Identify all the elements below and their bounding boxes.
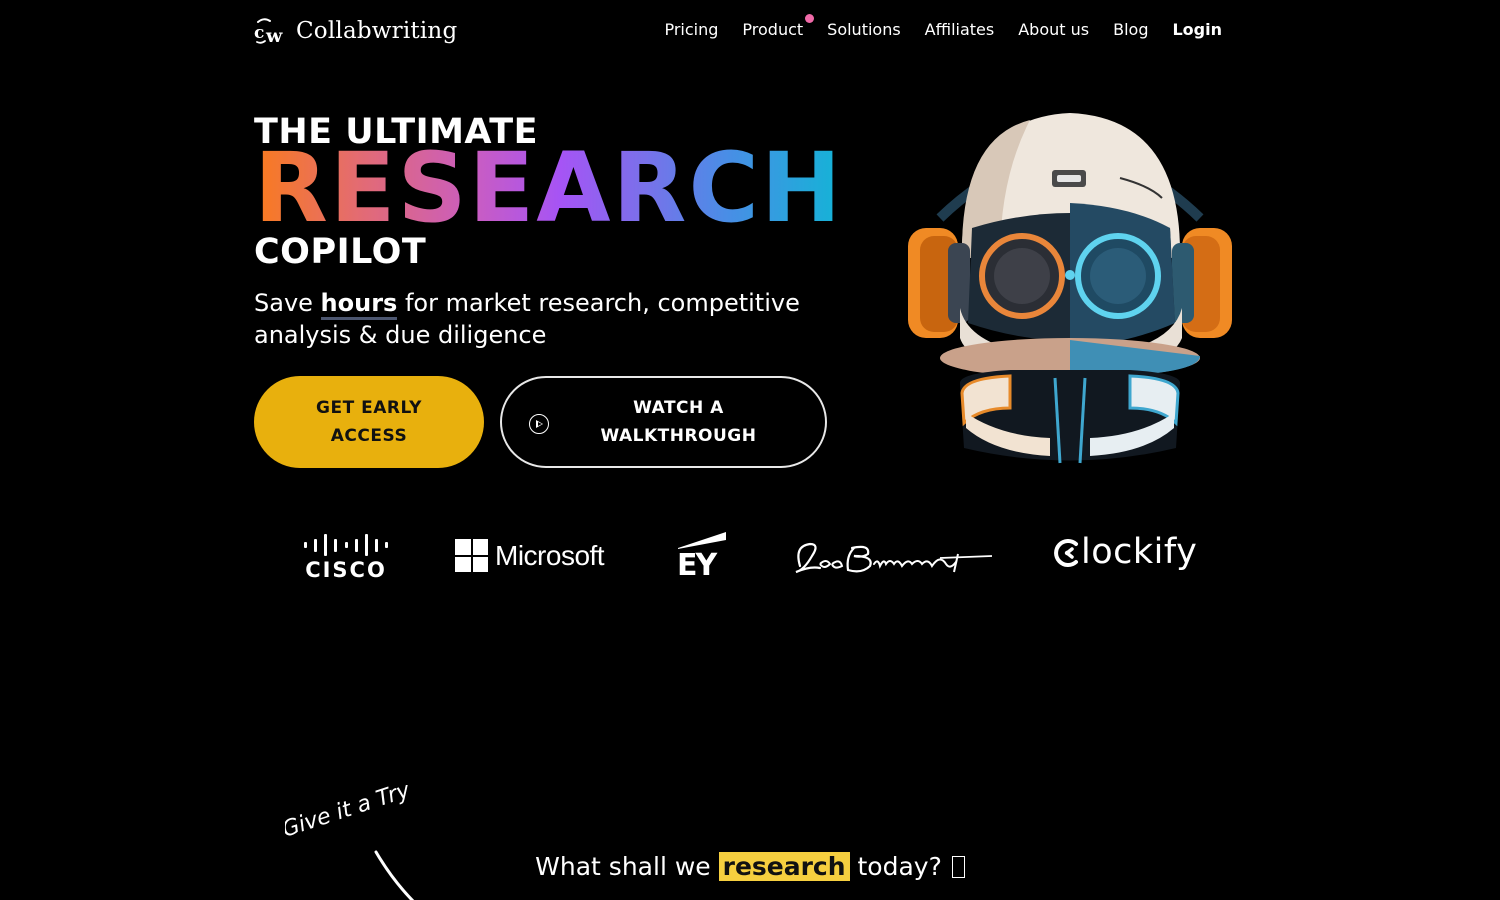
collabwriting-logo-icon: c w [254, 16, 288, 47]
watch-walkthrough-button[interactable]: WATCH A WALKTHROUGH [500, 376, 827, 468]
leo-burnett-logo [790, 536, 995, 580]
give-it-a-try-note: Give it a Try [279, 778, 445, 900]
hero-headline: RESEARCH [254, 132, 844, 244]
nav-link-solutions[interactable]: Solutions [827, 20, 901, 39]
prompt-text: What shall we [535, 852, 719, 881]
landing-page: c w Collabwriting Pricing Product Soluti… [0, 0, 1500, 900]
subtitle-text: Save [254, 289, 321, 317]
prompt-highlight: research [718, 852, 850, 881]
cisco-logo: CISCO [304, 534, 388, 582]
clockify-logo: lockify [1054, 532, 1197, 572]
watch-walkthrough-label: WATCH A WALKTHROUGH [600, 398, 757, 446]
brand-name: Collabwriting [296, 18, 458, 44]
hero-subtitle: Save hours for market research, competit… [254, 287, 844, 351]
play-circle-icon [529, 414, 549, 434]
nav-link-product-label: Product [742, 20, 804, 39]
notification-dot [805, 14, 815, 23]
handwritten-note-text: Give it a Try [285, 785, 414, 843]
research-prompt: What shall we research today? [0, 852, 1500, 881]
nav-link-product[interactable]: Product [742, 14, 815, 39]
cisco-wordmark: CISCO [305, 558, 387, 582]
brand-logo[interactable]: c w Collabwriting [254, 16, 458, 47]
prompt-text-rest: today? [849, 852, 942, 881]
nav-link-affiliates[interactable]: Affiliates [925, 20, 995, 39]
svg-text:w: w [265, 25, 283, 46]
ey-logo: EY [676, 530, 728, 583]
microsoft-grid-icon [455, 539, 488, 572]
login-link[interactable]: Login [1172, 20, 1222, 39]
subtitle-highlight: hours [320, 289, 398, 320]
nav-links: Pricing Product Solutions Affiliates Abo… [664, 14, 1222, 39]
nav-link-about-us[interactable]: About us [1018, 20, 1089, 39]
robot-astronaut-illustration [900, 108, 1240, 468]
clockify-wordmark: lockify [1081, 532, 1198, 572]
ey-wordmark: EY [677, 548, 717, 583]
svg-text:c: c [254, 23, 264, 43]
hero-tagline: COPILOT [254, 232, 427, 272]
microsoft-wordmark: Microsoft [495, 539, 605, 571]
typing-cursor-icon [951, 856, 965, 878]
get-early-access-label: GET EARLY ACCESS [316, 398, 422, 446]
nav-link-blog[interactable]: Blog [1113, 20, 1148, 39]
nav-link-pricing[interactable]: Pricing [664, 20, 718, 39]
microsoft-logo: Microsoft [455, 539, 605, 572]
client-logos: CISCO Microsoft EY lockify [0, 530, 1500, 590]
top-navigation: c w Collabwriting Pricing Product Soluti… [0, 0, 1500, 64]
get-early-access-button[interactable]: GET EARLY ACCESS [254, 376, 484, 468]
clockify-c-icon [1054, 537, 1080, 567]
ey-beam-icon [678, 532, 726, 549]
cisco-bars-icon [304, 534, 388, 556]
